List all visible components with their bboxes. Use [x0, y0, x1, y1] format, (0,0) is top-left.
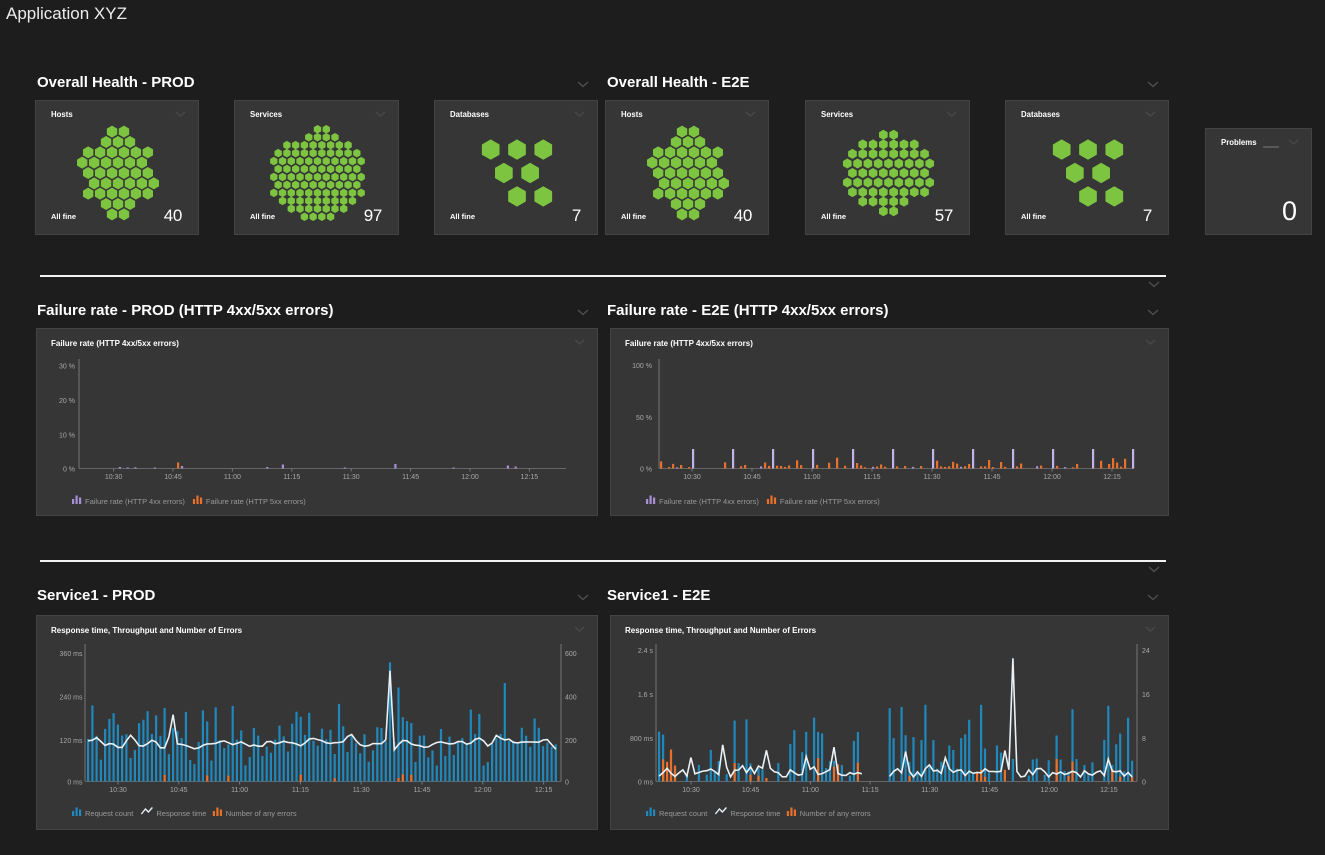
svg-text:12:00: 12:00 — [461, 474, 479, 481]
svg-text:11:30: 11:30 — [343, 474, 360, 481]
svg-text:20 %: 20 % — [59, 398, 75, 405]
svg-text:120 ms: 120 ms — [60, 738, 83, 745]
svg-text:10:45: 10:45 — [170, 787, 188, 794]
svg-text:10:45: 10:45 — [742, 787, 760, 794]
svg-text:10:45: 10:45 — [164, 474, 182, 481]
svg-text:400: 400 — [565, 695, 577, 702]
svg-text:10:30: 10:30 — [105, 474, 123, 481]
svg-text:Failure rate (HTTP 4xx errors): Failure rate (HTTP 4xx errors) — [659, 497, 759, 506]
svg-text:0 ms: 0 ms — [638, 780, 654, 787]
svg-text:12:15: 12:15 — [1100, 787, 1118, 794]
svg-text:12:15: 12:15 — [1103, 474, 1121, 481]
svg-text:2.4 s: 2.4 s — [638, 648, 654, 655]
svg-text:8: 8 — [1142, 736, 1146, 743]
svg-text:10:30: 10:30 — [682, 787, 700, 794]
svg-text:11:45: 11:45 — [414, 787, 431, 794]
svg-text:100 %: 100 % — [632, 363, 652, 370]
svg-text:Response time: Response time — [730, 809, 780, 818]
svg-text:12:15: 12:15 — [535, 787, 553, 794]
svg-text:Number of any errors: Number of any errors — [226, 809, 297, 818]
svg-text:10:30: 10:30 — [683, 474, 701, 481]
svg-text:0 %: 0 % — [63, 467, 75, 474]
svg-text:11:45: 11:45 — [981, 787, 998, 794]
svg-text:11:45: 11:45 — [402, 474, 419, 481]
svg-text:11:00: 11:00 — [231, 787, 248, 794]
svg-text:Failure rate (HTTP 4xx errors): Failure rate (HTTP 4xx errors) — [85, 497, 185, 506]
svg-text:Number of any errors: Number of any errors — [800, 809, 871, 818]
svg-text:11:15: 11:15 — [864, 474, 881, 481]
svg-text:11:15: 11:15 — [862, 787, 879, 794]
svg-text:50 %: 50 % — [636, 415, 652, 422]
svg-text:1.6 s: 1.6 s — [638, 692, 654, 699]
svg-text:0: 0 — [1142, 780, 1146, 787]
svg-text:24: 24 — [1142, 648, 1150, 655]
svg-text:12:00: 12:00 — [1043, 474, 1061, 481]
svg-text:11:00: 11:00 — [802, 787, 819, 794]
svg-text:12:00: 12:00 — [1040, 787, 1058, 794]
svg-text:16: 16 — [1142, 692, 1150, 699]
svg-text:11:00: 11:00 — [224, 474, 241, 481]
svg-text:0: 0 — [565, 780, 569, 787]
svg-text:Request count: Request count — [85, 809, 134, 818]
svg-text:10 %: 10 % — [59, 433, 75, 440]
svg-text:11:15: 11:15 — [283, 474, 300, 481]
svg-text:0 ms: 0 ms — [67, 780, 83, 787]
svg-text:Response time: Response time — [156, 809, 206, 818]
svg-text:Request count: Request count — [659, 809, 708, 818]
svg-text:10:30: 10:30 — [109, 787, 127, 794]
svg-text:11:30: 11:30 — [353, 787, 370, 794]
svg-text:11:00: 11:00 — [804, 474, 821, 481]
svg-text:11:45: 11:45 — [984, 474, 1001, 481]
svg-text:240 ms: 240 ms — [60, 695, 83, 702]
svg-text:200: 200 — [565, 738, 577, 745]
svg-text:0 %: 0 % — [640, 467, 652, 474]
svg-text:12:15: 12:15 — [521, 474, 539, 481]
svg-text:Failure rate (HTTP 5xx errors): Failure rate (HTTP 5xx errors) — [206, 497, 306, 506]
svg-text:800 ms: 800 ms — [630, 736, 653, 743]
svg-text:11:30: 11:30 — [921, 787, 938, 794]
svg-text:11:30: 11:30 — [924, 474, 941, 481]
svg-text:12:00: 12:00 — [474, 787, 492, 794]
svg-text:11:15: 11:15 — [292, 787, 309, 794]
svg-text:Failure rate (HTTP 5xx errors): Failure rate (HTTP 5xx errors) — [780, 497, 880, 506]
svg-text:360 ms: 360 ms — [60, 651, 83, 658]
svg-text:600: 600 — [565, 651, 577, 658]
svg-text:30 %: 30 % — [59, 364, 75, 371]
svg-text:10:45: 10:45 — [743, 474, 761, 481]
